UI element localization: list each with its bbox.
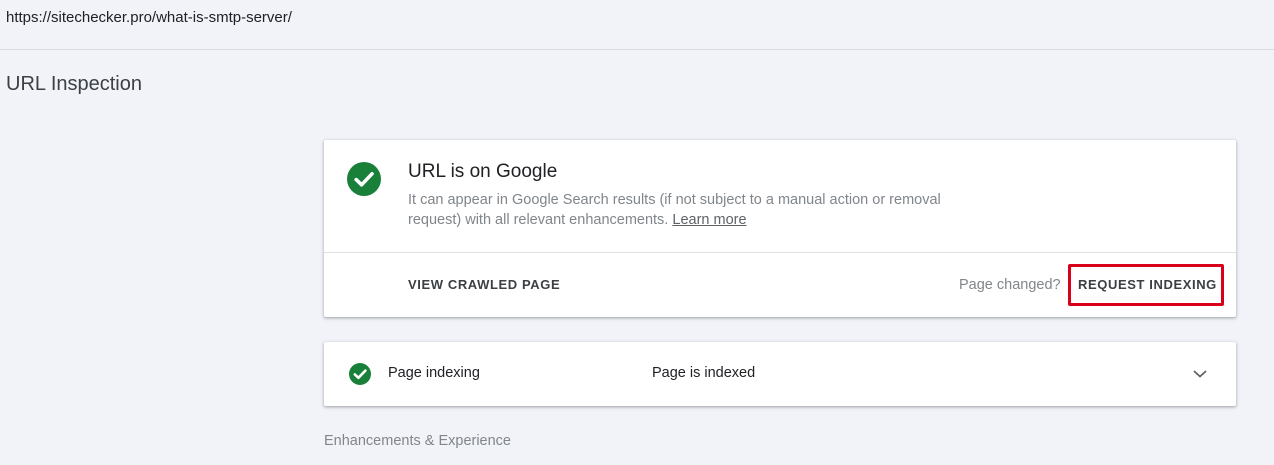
page-indexing-status: Page is indexed <box>652 365 756 381</box>
page-indexing-label: Page indexing <box>388 365 480 381</box>
status-summary: URL is on Google It can appear in Google… <box>324 140 1236 253</box>
view-crawled-page-button[interactable]: VIEW CRAWLED PAGE <box>408 277 560 292</box>
status-heading: URL is on Google <box>408 161 558 182</box>
check-circle-icon <box>349 363 371 385</box>
url-status-card: URL is on Google It can appear in Google… <box>324 140 1236 317</box>
enhancements-section-title: Enhancements & Experience <box>324 433 511 449</box>
page-changed-label: Page changed? <box>959 277 1061 293</box>
request-indexing-label: REQUEST INDEXING <box>1078 277 1217 292</box>
chevron-down-icon[interactable] <box>1190 366 1210 382</box>
request-indexing-button[interactable]: REQUEST INDEXING <box>1068 264 1224 306</box>
page-title: URL Inspection <box>6 73 142 95</box>
inspected-url: https://sitechecker.pro/what-is-smtp-ser… <box>6 9 292 26</box>
status-description: It can appear in Google Search results (… <box>408 190 978 230</box>
page-indexing-row[interactable]: Page indexing Page is indexed <box>324 342 1236 406</box>
learn-more-link[interactable]: Learn more <box>672 212 746 228</box>
check-circle-icon <box>347 162 381 196</box>
url-bar: https://sitechecker.pro/what-is-smtp-ser… <box>0 0 1274 50</box>
